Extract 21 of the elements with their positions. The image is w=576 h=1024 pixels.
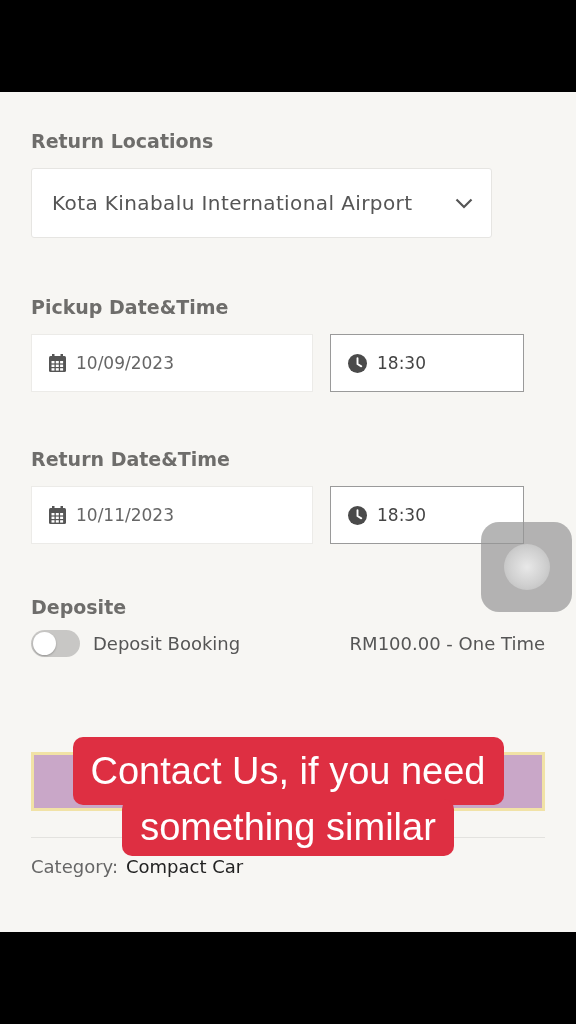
date-field[interactable]: 10/09/2023 (31, 334, 313, 392)
clock-icon (348, 505, 367, 525)
category-value: Compact Car (126, 856, 244, 877)
location-select[interactable]: Kota Kinabalu International Airport (31, 168, 492, 238)
clock-icon (348, 353, 367, 373)
time-field[interactable]: 18:30 (330, 486, 524, 544)
chevron-down-icon (455, 197, 473, 209)
assistive-touch-button[interactable] (481, 522, 572, 612)
deposit-toggle[interactable] (31, 630, 80, 657)
toggle-label: Deposit Booking (93, 633, 241, 654)
field-label: Deposite (31, 596, 127, 618)
category-label: Category: (31, 856, 118, 877)
deposit-price: RM100.00 - One Time (349, 633, 545, 654)
calendar-icon (49, 354, 66, 372)
caption-toast: Contact Us, if you need (72, 737, 504, 805)
field-label: Pickup Date&Time (31, 296, 229, 318)
field-label: Return Date&Time (31, 448, 230, 470)
time-field[interactable]: 18:30 (330, 334, 524, 392)
field-label: Return Locations (31, 130, 214, 152)
date-field[interactable]: 10/11/2023 (31, 486, 313, 544)
calendar-icon (49, 506, 66, 524)
